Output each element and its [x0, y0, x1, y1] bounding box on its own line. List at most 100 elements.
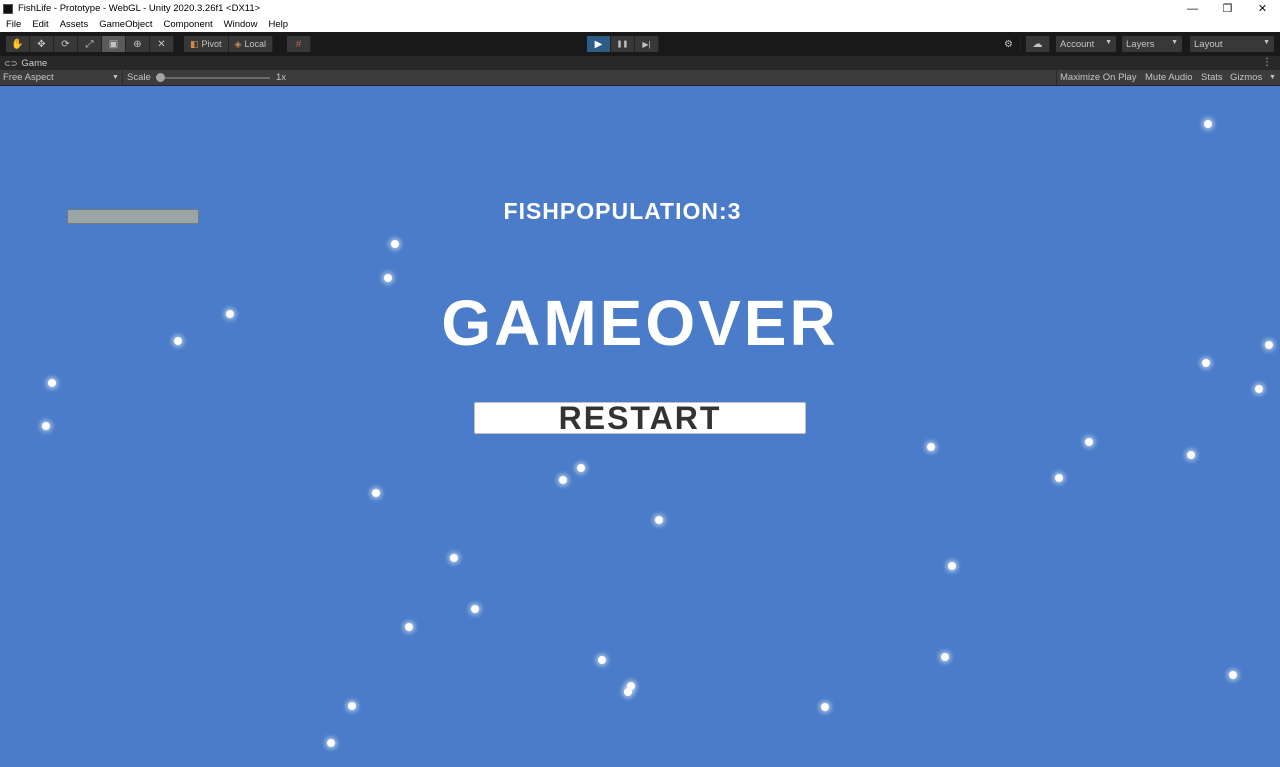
bubble-particle [1187, 451, 1195, 459]
scale-label: Scale [127, 72, 151, 83]
cloud-group: ☁ [1026, 36, 1050, 52]
bubble-particle [450, 554, 458, 562]
bubble-particle [821, 703, 829, 711]
bubble-particle [1055, 474, 1063, 482]
window-title: FishLife - Prototype - WebGL - Unity 202… [18, 3, 261, 14]
bubble-particle [1229, 671, 1237, 679]
chevron-down-icon: ▼ [1263, 39, 1270, 46]
menu-assets[interactable]: Assets [54, 19, 94, 30]
transform-tools: ✋ ✥ ⟳ ⤢ ▣ ⊕ ✕ [6, 36, 174, 52]
hand-tool-icon[interactable]: ✋ [6, 36, 30, 52]
account-dropdown[interactable]: Account ▼ [1056, 36, 1116, 52]
pivot-label: Pivot [201, 39, 222, 49]
local-label: Local [244, 39, 266, 49]
bubble-particle [42, 422, 50, 430]
pivot-group: ◧ Pivot ◈ Local [184, 36, 273, 52]
bubble-particle [655, 516, 663, 524]
bubble-particle [1204, 120, 1212, 128]
gamepad-icon: ⊂⊃ [4, 58, 18, 68]
local-icon: ◈ [234, 38, 242, 49]
fish-population-counter: FISHPOPULATION:3 [503, 198, 742, 224]
bubble-particle [1255, 385, 1263, 393]
bubble-particle [1202, 359, 1210, 367]
layers-label: Layers [1126, 38, 1155, 50]
scale-slider-track[interactable] [160, 77, 270, 79]
tab-game-label: Game [21, 57, 48, 69]
scale-slider-handle[interactable] [156, 73, 165, 82]
unity-app-icon [3, 3, 13, 14]
chevron-down-icon: ▼ [1269, 74, 1276, 81]
aspect-dropdown[interactable]: Free Aspect [3, 72, 54, 83]
stats-toggle[interactable]: Stats [1201, 72, 1223, 83]
game-control-bar: Free Aspect ▼ Scale 1x Maximize On Play … [0, 70, 1280, 86]
bubble-particle [1085, 438, 1093, 446]
window-controls: — ❐ ✕ [1175, 0, 1280, 17]
custom-tool-icon[interactable]: ✕ [150, 36, 174, 52]
step-icon[interactable]: ▶| [635, 36, 659, 52]
bubble-particle [941, 653, 949, 661]
bubble-particle [405, 623, 413, 631]
rect-tool-icon[interactable]: ▣ [102, 36, 126, 52]
bubble-particle [471, 605, 479, 613]
game-view[interactable]: FISHPOPULATION:3 GAMEOVER RESTART [0, 86, 1280, 767]
tab-menu-icon[interactable]: ⋮ [1262, 57, 1272, 68]
pivot-icon: ◧ [190, 38, 199, 49]
menu-file[interactable]: File [0, 19, 26, 30]
chevron-down-icon: ▼ [1105, 39, 1112, 46]
collab-icon[interactable]: ⚙ [997, 36, 1021, 52]
gameover-title: GAMEOVER [441, 287, 839, 359]
close-button[interactable]: ✕ [1245, 0, 1280, 17]
chevron-down-icon: ▼ [112, 74, 119, 81]
bubble-particle [927, 443, 935, 451]
restart-label: RESTART [558, 399, 722, 436]
window-titlebar: FishLife - Prototype - WebGL - Unity 202… [0, 0, 1280, 17]
menu-component[interactable]: Component [158, 19, 218, 30]
gizmos-dropdown[interactable]: Gizmos [1230, 72, 1262, 83]
bubble-particle [327, 739, 335, 747]
main-toolbar: ✋ ✥ ⟳ ⤢ ▣ ⊕ ✕ ◧ Pivot ◈ Local # ▶ ❚❚ ▶| … [0, 32, 1280, 56]
game-tab-bar: ⊂⊃ Game ⋮ [0, 56, 1280, 70]
menu-gameobject[interactable]: GameObject [93, 19, 157, 30]
mute-audio-toggle[interactable]: Mute Audio [1145, 72, 1193, 83]
restart-button[interactable]: RESTART [474, 399, 806, 436]
menu-window[interactable]: Window [218, 19, 263, 30]
bubble-particle [577, 464, 585, 472]
play-icon[interactable]: ▶ [587, 36, 611, 52]
tab-game[interactable]: ⊂⊃ Game [4, 58, 47, 69]
bubble-particle [559, 476, 567, 484]
layers-dropdown[interactable]: Layers ▼ [1122, 36, 1182, 52]
menu-bar: File Edit Assets GameObject Component Wi… [0, 17, 1280, 32]
account-label: Account [1060, 38, 1095, 50]
minimize-button[interactable]: — [1175, 0, 1210, 17]
menu-edit[interactable]: Edit [26, 19, 53, 30]
bubble-particle [948, 562, 956, 570]
bubble-particle [384, 274, 392, 282]
local-toggle[interactable]: ◈ Local [228, 36, 273, 52]
bubble-particle [348, 702, 356, 710]
transform-tool-icon[interactable]: ⊕ [126, 36, 150, 52]
layout-dropdown[interactable]: Layout ▼ [1190, 36, 1274, 52]
bubble-particle [624, 688, 632, 696]
play-controls: ▶ ❚❚ ▶| [587, 36, 659, 52]
pivot-toggle[interactable]: ◧ Pivot [184, 36, 229, 52]
bubble-particle [391, 240, 399, 248]
scale-value: 1x [276, 72, 287, 83]
grid-snap-icon[interactable]: # [287, 36, 311, 52]
scale-tool-icon[interactable]: ⤢ [78, 36, 102, 52]
bubble-particle [48, 379, 56, 387]
menu-help[interactable]: Help [262, 19, 293, 30]
cloud-icon[interactable]: ☁ [1026, 36, 1050, 52]
pause-icon[interactable]: ❚❚ [611, 36, 635, 52]
bubble-particle [598, 656, 606, 664]
chevron-down-icon: ▼ [1171, 39, 1178, 46]
services-group: ⚙ [997, 36, 1021, 52]
separator [1056, 70, 1057, 86]
grid-group: # [287, 36, 311, 52]
rotate-tool-icon[interactable]: ⟳ [54, 36, 78, 52]
bubble-particle [372, 489, 380, 497]
separator [122, 70, 123, 86]
move-tool-icon[interactable]: ✥ [30, 36, 54, 52]
restore-button[interactable]: ❐ [1210, 0, 1245, 17]
maximize-on-play-toggle[interactable]: Maximize On Play [1060, 72, 1137, 83]
layout-label: Layout [1194, 38, 1223, 50]
